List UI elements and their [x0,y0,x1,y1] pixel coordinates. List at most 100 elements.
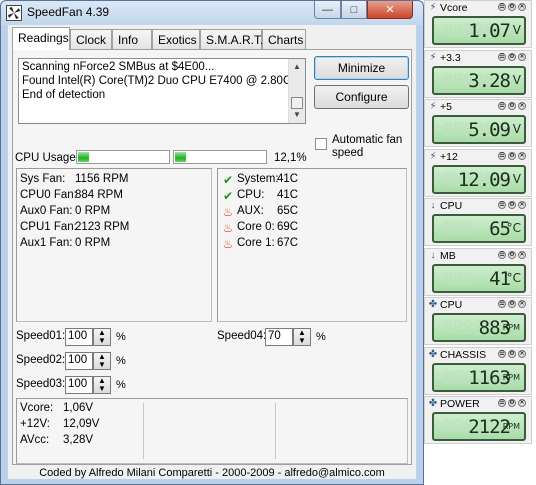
sensor-gadget[interactable]: ✤ CHASSIS ☰ ⚙ ✕ 88888 1163 RPM [424,347,532,395]
lcd-display: 888888 12.09 V [432,165,526,194]
fan-icon: ✤ [428,299,438,310]
log-scrollbar[interactable]: ▲ ▼ [288,59,305,123]
gadget-name: Vcore [440,2,468,14]
gadget-header: ⚡ Vcore ☰ ⚙ ✕ [425,1,531,15]
sensor-gadget[interactable]: ✤ CPU ☰ ⚙ ✕ 8888 883 RPM [424,297,532,345]
tab-readings[interactable]: Readings [12,27,70,50]
scroll-down-arrow-icon[interactable]: ▼ [289,107,305,123]
usage-bar-fill [78,152,89,162]
close-window-button[interactable]: ✕ [367,1,413,19]
speed04-input[interactable]: 70 [265,328,293,346]
tab-clock[interactable]: Clock [70,29,112,50]
gadget-controls: ☰ ⚙ ✕ [498,251,528,261]
gadget-controls: ☰ ⚙ ✕ [498,3,528,13]
speed03-spin-arrows-icon[interactable]: ▲ ▼ [93,376,111,394]
gadget-header: ⚡ +12 ☰ ⚙ ✕ [425,150,531,164]
tab-info[interactable]: Info [112,29,152,50]
tab-label: Info [118,33,139,47]
gadget-options-icon[interactable]: ⚙ [508,152,516,160]
sensor-gadget[interactable]: ⚡ +3.3 ☰ ⚙ ✕ 88888 3.28 V [424,50,532,98]
gadget-settings-icon[interactable]: ☰ [498,152,506,160]
fan-icon: ✤ [428,349,438,360]
automatic-fan-speed-checkbox[interactable] [315,138,327,150]
gadget-close-icon[interactable]: ✕ [518,201,526,209]
voltages-panel: Vcore: 1,06V +12V: 12,09V AVcc: 3,28V [16,398,408,464]
sensor-gadget[interactable]: ↓ CPU ☰ ⚙ ✕ 888 65 °C [424,198,532,246]
configure-button[interactable]: Configure [314,85,409,109]
lcd-segment-background: 888 [442,218,474,240]
gadget-close-icon[interactable]: ✕ [518,350,526,358]
minimize-button[interactable]: Minimize [314,56,409,80]
lcd-display: 88888 3.28 V [432,66,526,95]
flame-icon: ♨ [222,237,234,251]
gadget-close-icon[interactable]: ✕ [518,300,526,308]
gadget-settings-icon[interactable]: ☰ [498,300,506,308]
flame-icon: ♨ [222,205,234,219]
detection-log[interactable]: Scanning nForce2 SMBus at $4E00... Found… [18,58,306,124]
gadget-options-icon[interactable]: ⚙ [508,53,516,61]
gadget-options-icon[interactable]: ⚙ [508,300,516,308]
gadget-close-icon[interactable]: ✕ [518,3,526,11]
speed01-input[interactable]: 100 [65,328,93,346]
scroll-up-arrow-icon[interactable]: ▲ [289,59,305,75]
gadget-controls: ☰ ⚙ ✕ [498,300,528,310]
thermometer-icon: ↓ [430,200,436,211]
maximize-window-button[interactable]: □ [341,1,367,19]
speed03-input[interactable]: 100 [65,376,93,394]
sensor-gadget[interactable]: ↓ MB ☰ ⚙ ✕ 888 41 °C [424,248,532,296]
lcd-display: 88888 5.09 V [432,115,526,144]
close-icon: ✕ [385,4,395,16]
gadget-settings-icon[interactable]: ☰ [498,399,506,407]
sensor-gadget[interactable]: ⚡ +12 ☰ ⚙ ✕ 888888 12.09 V [424,149,532,197]
readings-panel: Scanning nForce2 SMBus at $4E00... Found… [12,49,412,465]
gadget-settings-icon[interactable]: ☰ [498,251,506,259]
gadget-settings-icon[interactable]: ☰ [498,3,506,11]
gadget-options-icon[interactable]: ⚙ [508,201,516,209]
gadget-settings-icon[interactable]: ☰ [498,102,506,110]
lcd-display: 8888 883 RPM [432,313,526,342]
lightning-icon: ⚡ [429,52,437,63]
gadget-close-icon[interactable]: ✕ [518,152,526,160]
gadget-options-icon[interactable]: ⚙ [508,251,516,259]
gadget-close-icon[interactable]: ✕ [518,399,526,407]
gadget-settings-icon[interactable]: ☰ [498,350,506,358]
thermometer-icon: ↓ [430,250,436,261]
gadget-header: ✤ POWER ☰ ⚙ ✕ [425,397,531,411]
sensor-gadget[interactable]: ⚡ Vcore ☰ ⚙ ✕ 88888 1.07 V [424,0,532,48]
sensor-gadget[interactable]: ⚡ +5 ☰ ⚙ ✕ 88888 5.09 V [424,99,532,147]
gadget-controls: ☰ ⚙ ✕ [498,201,528,211]
tab-smart[interactable]: S.M.A.R.T. [200,29,263,50]
temperatures-panel: ✔ System: 41C ✔ CPU: 41C ♨ AUX: 65C ♨ Co… [217,168,407,322]
speed01-spin-arrows-icon[interactable]: ▲ ▼ [93,328,111,346]
tab-exotics[interactable]: Exotics [152,29,200,50]
gadget-header: ↓ MB ☰ ⚙ ✕ [425,249,531,263]
cpu-usage-label: CPU Usage [15,152,76,164]
temp-name: System: [237,173,279,185]
gadget-options-icon[interactable]: ⚙ [508,102,516,110]
speed02-spin-arrows-icon[interactable]: ▲ ▼ [93,352,111,370]
cpu-usage-value: 12,1% [274,152,307,164]
percent-sign: % [316,331,326,343]
gadget-options-icon[interactable]: ⚙ [508,350,516,358]
tab-charts[interactable]: Charts [262,29,306,50]
window-title: SpeedFan 4.39 [27,5,110,19]
gadget-settings-icon[interactable]: ☰ [498,53,506,61]
gadget-options-icon[interactable]: ⚙ [508,399,516,407]
title-bar[interactable]: SpeedFan 4.39 ― □ ✕ [1,1,423,25]
lcd-display: 88888 2122 RPM [432,412,526,441]
fan-name: Sys Fan: [20,173,66,185]
speed04-spin-arrows-icon[interactable]: ▲ ▼ [293,328,311,346]
gadget-close-icon[interactable]: ✕ [518,251,526,259]
cpu-core1-usage-bar [173,150,267,164]
speed02-input[interactable]: 100 [65,352,93,370]
fan-name: Aux1 Fan: [20,237,73,249]
temp-value: 69C [277,221,299,233]
fan-speeds-panel: Sys Fan: 1156 RPM CPU0 Fan: 884 RPM Aux0… [16,168,212,322]
gadget-settings-icon[interactable]: ☰ [498,201,506,209]
gadget-controls: ☰ ⚙ ✕ [498,152,528,162]
gadget-close-icon[interactable]: ✕ [518,53,526,61]
gadget-options-icon[interactable]: ⚙ [508,3,516,11]
minimize-window-button[interactable]: ― [314,1,341,19]
sensor-gadget[interactable]: ✤ POWER ☰ ⚙ ✕ 88888 2122 RPM [424,396,532,444]
gadget-close-icon[interactable]: ✕ [518,102,526,110]
